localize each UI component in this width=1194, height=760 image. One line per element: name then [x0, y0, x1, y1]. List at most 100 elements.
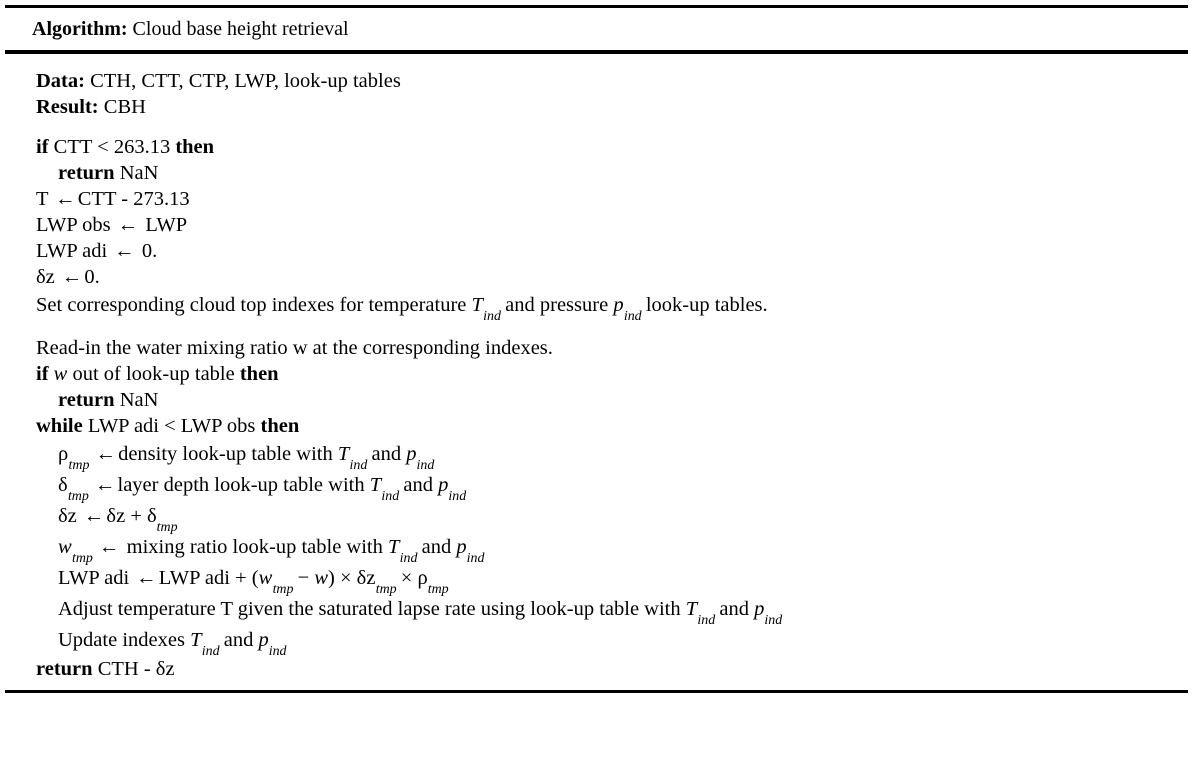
- delta-z-var: z: [116, 505, 126, 527]
- line-delta-tmp: δtmp←layer depth look-up table with Tind…: [36, 470, 1188, 504]
- result-label: Result:: [36, 96, 99, 118]
- times-symbol: ×: [339, 567, 352, 589]
- var-T: Tind: [388, 536, 422, 565]
- assign-lhs-lwp-obs: LWP obs: [36, 214, 111, 236]
- keyword-return: return: [58, 389, 115, 411]
- line-adjust-temperature: Adjust temperature T given the saturated…: [36, 594, 1188, 628]
- var-w: w: [53, 363, 68, 385]
- var-w: wtmp: [58, 536, 97, 565]
- assign-rhs-lwp: LWP: [145, 214, 188, 236]
- delta-z-tmp: δztmp: [357, 567, 401, 596]
- while-condition: LWP adi < LWP obs: [87, 415, 256, 437]
- line-lwp-adi-update: LWP adi ←LWP adi + (wtmp− w) × δztmp× ρt…: [36, 563, 1188, 597]
- assign-arrow-icon: ←: [55, 188, 76, 210]
- assign-arrow-icon: ←: [95, 443, 117, 465]
- update-text: Update indexes: [58, 629, 185, 651]
- delta-tmp-text: layer depth look-up table with: [117, 474, 365, 496]
- var-p: pind: [456, 536, 485, 566]
- keyword-while: while: [36, 415, 83, 437]
- var-p: pind: [754, 598, 783, 628]
- data-value: CTH, CTT, CTP, LWP, look-up tables: [90, 70, 401, 92]
- line-read-in: Read-in the water mixing ratio w at the …: [36, 335, 1188, 361]
- rho-tmp-text-b: and: [371, 443, 402, 465]
- line-assign-delta-z: δz ←0.: [36, 264, 1188, 290]
- line-w-tmp: wtmp← mixing ratio look-up table with Ti…: [36, 532, 1188, 566]
- times-symbol: ×: [400, 567, 413, 589]
- assign-arrow-icon: ←: [95, 474, 116, 496]
- delta-z-var: z: [67, 505, 77, 527]
- page-title: Cloud base height retrieval: [132, 18, 349, 40]
- keyword-if: if: [36, 136, 49, 158]
- line-assign-lwp-obs: LWP obs ← LWP: [36, 212, 1188, 238]
- var-p: pind: [613, 294, 646, 323]
- var-T: Tind: [338, 443, 372, 472]
- assign-rhs-zero: 0.: [84, 266, 100, 288]
- set-indexes-text-c: look-up tables.: [645, 294, 768, 316]
- line-return-cth: return CTH - δz: [36, 656, 1188, 682]
- adjust-text: Adjust temperature T given the saturated…: [58, 598, 681, 620]
- assign-lhs-T: T: [36, 188, 49, 210]
- keyword-then: then: [239, 363, 279, 385]
- algorithm-keyword: Algorithm:: [32, 18, 128, 40]
- line-update-indexes: Update indexes Tindand pind: [36, 625, 1188, 659]
- subscript-ind: ind: [268, 643, 287, 659]
- return-expression: CTH -: [97, 658, 151, 680]
- line-rho-tmp: ρtmp←density look-up table with Tindand …: [36, 439, 1188, 473]
- return-value: NaN: [119, 389, 159, 411]
- line-return-nan-2: return NaN: [36, 387, 1188, 413]
- subscript-ind: ind: [381, 488, 400, 504]
- data-line: Data: CTH, CTT, CTP, LWP, look-up tables: [36, 68, 1188, 94]
- subscript-ind: ind: [466, 550, 485, 566]
- update-text-b: and: [223, 629, 254, 651]
- delta-z-var: z: [45, 266, 55, 288]
- line-assign-T: T ←CTT - 273.13: [36, 186, 1188, 212]
- rho-tmp-text: density look-up table with: [118, 443, 333, 465]
- delta-symbol: δ: [58, 505, 68, 527]
- subscript-ind: ind: [697, 612, 716, 628]
- if-condition-text: out of look-up table: [72, 363, 235, 385]
- assign-arrow-icon: ←: [61, 266, 83, 288]
- algorithm-title-row: Algorithm: Cloud base height retrieval: [5, 8, 1188, 50]
- lwp-adi-lhs: LWP adi: [58, 567, 130, 589]
- keyword-then: then: [260, 415, 300, 437]
- assign-lhs-lwp-adi: LWP adi: [36, 240, 108, 262]
- subscript-ind: ind: [764, 612, 783, 628]
- delta-tmp-text-b: and: [403, 474, 433, 496]
- assign-arrow-icon: ←: [83, 505, 105, 527]
- var-T: Tind: [370, 474, 404, 503]
- delta-symbol: δtmp: [58, 474, 93, 503]
- subscript-ind: ind: [623, 308, 642, 324]
- delta-z-var: z: [165, 658, 175, 680]
- keyword-then: then: [175, 136, 215, 158]
- delta-symbol: δ: [106, 505, 117, 527]
- var-p: pind: [258, 629, 287, 659]
- line-set-indexes: Set corresponding cloud top indexes for …: [36, 290, 1188, 324]
- assign-rhs-T: CTT - 273.13: [77, 188, 190, 210]
- algorithm-block: Algorithm: Cloud base height retrieval D…: [5, 5, 1188, 693]
- var-w-tmp: wtmp: [259, 567, 298, 596]
- line-delta-z-accum: δz ←δz + δtmp: [58, 505, 178, 535]
- delta-tmp-symbol: δtmp: [147, 505, 178, 535]
- paren-close: ): [328, 567, 335, 589]
- var-T: Tind: [686, 598, 720, 627]
- w-tmp-text-b: and: [421, 536, 452, 558]
- rho-symbol: ρtmp: [58, 443, 94, 472]
- assign-arrow-icon: ←: [136, 567, 157, 589]
- keyword-if: if: [36, 363, 49, 385]
- rule-bottom: [5, 690, 1188, 693]
- algorithm-body: Data: CTH, CTT, CTP, LWP, look-up tables…: [5, 54, 1188, 690]
- subscript-ind: ind: [448, 488, 467, 504]
- rho-tmp-symbol: ρtmp: [417, 567, 449, 597]
- lwp-adi-rhs-head: LWP adi + (: [158, 567, 259, 589]
- delta-symbol: δ: [155, 658, 166, 680]
- line-return-nan-1: return NaN: [36, 160, 1188, 186]
- var-p: pind: [406, 443, 435, 473]
- delta-symbol: δ: [36, 266, 46, 288]
- assign-rhs-zero: 0.: [141, 240, 158, 262]
- assign-arrow-icon: ←: [114, 240, 135, 262]
- keyword-return: return: [58, 162, 115, 184]
- w-tmp-text: mixing ratio look-up table with: [126, 536, 383, 558]
- line-assign-lwp-adi: LWP adi ← 0.: [36, 238, 1188, 264]
- subscript-ind: ind: [483, 308, 501, 324]
- read-in-text: Read-in the water mixing ratio w at the …: [36, 337, 553, 359]
